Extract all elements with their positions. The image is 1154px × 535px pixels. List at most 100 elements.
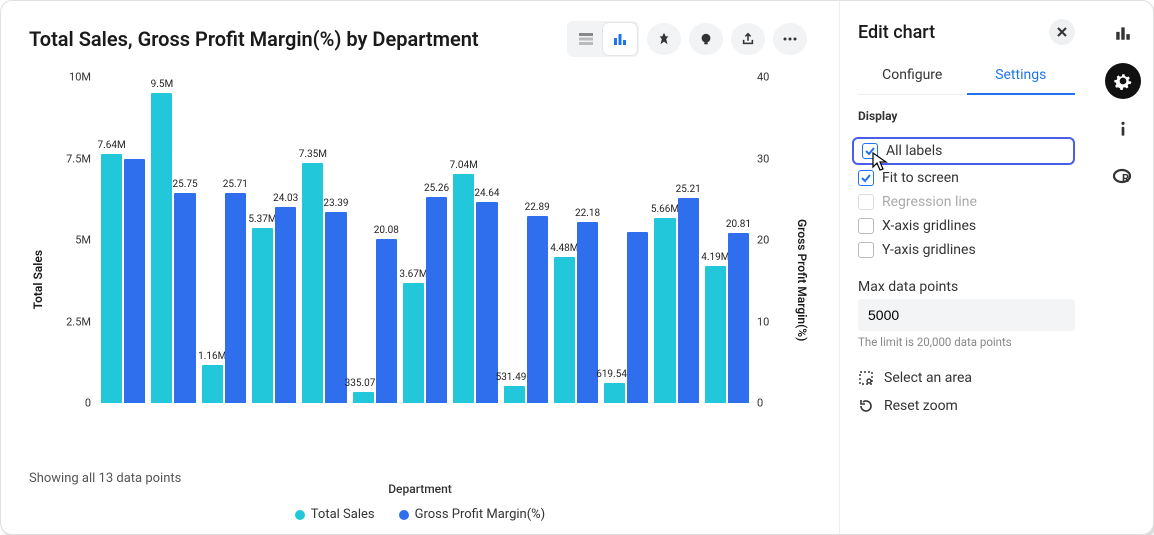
- tab-configure[interactable]: Configure: [858, 59, 967, 94]
- tab-settings[interactable]: Settings: [967, 59, 1076, 95]
- chart-header: Total Sales, Gross Profit Margin(%) by D…: [29, 21, 811, 57]
- checkbox-fit-to-screen[interactable]: Fit to screen: [858, 167, 1075, 189]
- section-display-title: Display: [858, 109, 1075, 123]
- chart-title: Total Sales, Gross Profit Margin(%) by D…: [29, 27, 479, 51]
- bar-total-sales[interactable]: 335.07K: [353, 392, 374, 403]
- bar-label: 25.75: [172, 179, 197, 190]
- bar-label: 25.21: [676, 184, 701, 195]
- bar-label: 7.64M: [97, 140, 125, 151]
- bar-group: 7.04M24.64: [453, 77, 497, 403]
- bar-margin[interactable]: [124, 159, 145, 404]
- bar-margin[interactable]: 22.89: [527, 216, 548, 403]
- rail-settings-button[interactable]: [1105, 63, 1141, 99]
- y-tick-left: 5M: [57, 234, 91, 247]
- bar-total-sales[interactable]: 9.5M: [151, 93, 172, 403]
- bar-label: 22.89: [525, 202, 550, 213]
- bar-margin[interactable]: 24.64: [476, 202, 497, 403]
- table-view-button[interactable]: [569, 23, 603, 55]
- reset-icon: [858, 398, 874, 414]
- checkbox-x-gridlines[interactable]: X-axis gridlines: [858, 215, 1075, 237]
- y-axis-left-label: Total Sales: [29, 250, 47, 309]
- rail-r-button[interactable]: R: [1105, 159, 1141, 195]
- bar-total-sales[interactable]: 7.04M: [453, 174, 474, 404]
- bar-margin[interactable]: 24.03: [275, 207, 296, 403]
- bar-total-sales[interactable]: 1.16M: [202, 365, 223, 403]
- bar-total-sales[interactable]: 4.19M: [705, 266, 726, 403]
- bar-label: 4.19M: [701, 252, 729, 263]
- close-panel-button[interactable]: [1049, 19, 1075, 45]
- x-axis-label: Department: [388, 482, 452, 496]
- bar-margin[interactable]: 25.75: [174, 193, 195, 403]
- checkbox-icon: [858, 194, 874, 210]
- bar-chart-icon: [1114, 24, 1132, 42]
- bar-group: 7.35M23.39: [302, 77, 346, 403]
- legend-item-margin[interactable]: Gross Profit Margin(%): [399, 507, 546, 522]
- bar-group: 4.19M20.81: [705, 77, 749, 403]
- bar-total-sales[interactable]: 7.35M: [302, 163, 323, 403]
- bar-margin[interactable]: 25.26: [426, 197, 447, 403]
- rail-chart-button[interactable]: [1105, 15, 1141, 51]
- legend: Total Sales Gross Profit Margin(%): [29, 503, 811, 522]
- bar-margin[interactable]: 25.21: [678, 198, 699, 403]
- bar-total-sales[interactable]: 4.48M: [554, 257, 575, 403]
- bar-group: 5.37M24.03: [252, 77, 296, 403]
- bar-margin[interactable]: [627, 232, 648, 403]
- data-count-status: Showing all 13 data points: [29, 471, 181, 486]
- panel-header: Edit chart: [858, 19, 1075, 45]
- rail-info-button[interactable]: [1105, 111, 1141, 147]
- bar-margin[interactable]: 20.08: [376, 239, 397, 403]
- lightbulb-icon: [699, 32, 713, 46]
- bar-margin[interactable]: 20.81: [728, 233, 749, 403]
- bar-margin[interactable]: 23.39: [325, 212, 346, 403]
- bar-label: 3.67M: [399, 269, 427, 280]
- bar-total-sales[interactable]: 5.66M: [654, 218, 675, 403]
- insights-button[interactable]: [689, 23, 723, 55]
- bar-group: 3.67M25.26: [403, 77, 447, 403]
- share-icon: [741, 32, 755, 46]
- bar-margin[interactable]: 25.71: [225, 193, 246, 403]
- bar-total-sales[interactable]: 3.67M: [403, 283, 424, 403]
- plot-wrap: 02.5M5M7.5M10M0102030407.64M9.5M25.751.1…: [47, 57, 793, 503]
- checkbox-regression-line: Regression line: [858, 191, 1075, 213]
- y-tick-right: 40: [757, 71, 785, 84]
- bar-label: 22.18: [575, 208, 600, 219]
- bar-chart-icon: [612, 31, 628, 47]
- checkbox-all-labels[interactable]: All labels: [852, 137, 1075, 165]
- checkbox-icon: [858, 218, 874, 234]
- y-tick-right: 0: [757, 397, 785, 410]
- chart-toolbar: [567, 21, 807, 57]
- view-toggle-group: [567, 21, 639, 57]
- chart-view-button[interactable]: [603, 23, 637, 55]
- bar-total-sales[interactable]: 7.64M: [101, 154, 122, 403]
- plot[interactable]: 02.5M5M7.5M10M0102030407.64M9.5M25.751.1…: [97, 77, 753, 403]
- bar-total-sales[interactable]: 5.37M: [252, 228, 273, 403]
- reset-zoom-action[interactable]: Reset zoom: [858, 395, 1075, 417]
- max-data-points-input[interactable]: [858, 299, 1075, 331]
- max-data-points-hint: The limit is 20,000 data points: [858, 335, 1075, 349]
- bar-total-sales[interactable]: 619.54K: [604, 383, 625, 403]
- y-tick-left: 0: [57, 397, 91, 410]
- bar-total-sales[interactable]: 531.49K: [504, 386, 525, 403]
- y-axis-right-label: Gross Profit Margin(%): [793, 219, 811, 341]
- x-categories: bakerycanned goodscleaning suppliesdairy…: [97, 403, 753, 422]
- bar-label: 4.48M: [550, 243, 578, 254]
- bar-group: 335.07K20.08: [353, 77, 397, 403]
- share-button[interactable]: [731, 23, 765, 55]
- y-tick-right: 20: [757, 234, 785, 247]
- y-tick-left: 2.5M: [57, 315, 91, 328]
- checkbox-y-gridlines[interactable]: Y-axis gridlines: [858, 239, 1075, 261]
- bar-label: 5.37M: [248, 214, 276, 225]
- bar-group: 7.64M: [101, 77, 145, 403]
- svg-text:R: R: [1122, 172, 1129, 185]
- bar-label: 1.16M: [198, 351, 226, 362]
- check-icon: [861, 173, 871, 183]
- checkbox-icon: [858, 242, 874, 258]
- y-tick-right: 30: [757, 152, 785, 165]
- select-area-action[interactable]: Select an area: [858, 367, 1075, 389]
- main-area: Total Sales, Gross Profit Margin(%) by D…: [1, 1, 839, 534]
- pin-button[interactable]: [647, 23, 681, 55]
- gear-icon: [1114, 72, 1132, 90]
- app-window: Total Sales, Gross Profit Margin(%) by D…: [0, 0, 1154, 535]
- bar-margin[interactable]: 22.18: [577, 222, 598, 403]
- more-button[interactable]: [773, 23, 807, 55]
